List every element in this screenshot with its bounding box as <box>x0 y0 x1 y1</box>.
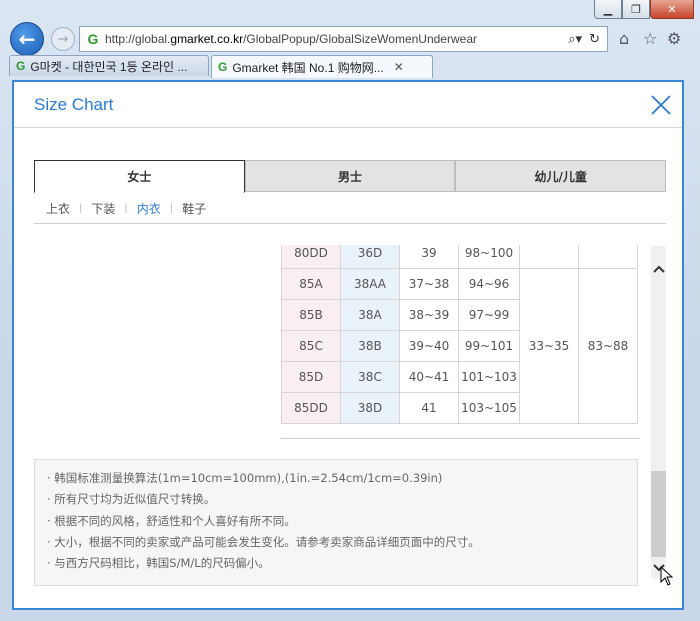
table-cell: 38~39 <box>399 299 459 331</box>
subnav-bottoms[interactable]: 下装 <box>91 200 115 217</box>
table-cell: 38C <box>340 361 400 393</box>
size-table: 80DD 36D 39 98~100 85A 38AA 37~38 94~96 33~35 83~… <box>281 245 638 424</box>
popup-title: Size Chart <box>34 95 114 114</box>
scrollbar[interactable] <box>651 246 666 579</box>
gmarket-tab-icon: G <box>218 60 228 74</box>
table-cell: 99~101 <box>458 330 520 362</box>
address-bar[interactable]: G http://global.gmarket.co.kr/GlobalPopu… <box>79 26 608 52</box>
tab-kids[interactable]: 幼儿/儿童 <box>455 160 667 192</box>
note-item: · 与西方尺码相比，韩国S/M/L的尺码偏小。 <box>47 556 270 571</box>
browser-tabs: G G마켓 - 대한민국 1등 온라인 ... G Gmarket 韩国 No.… <box>9 55 435 78</box>
notes-box: · 韩国标准测量换算法(1m=10cm=100mm),(1in.=2.54cm/… <box>34 459 638 586</box>
note-item: · 韩国标准测量换算法(1m=10cm=100mm),(1in.=2.54cm/… <box>47 471 443 485</box>
tab-men[interactable]: 男士 <box>244 160 456 192</box>
table-cell-merged: 33~35 <box>519 268 579 424</box>
table-cell: 38A <box>340 299 400 331</box>
table-row: 80DD 36D 39 98~100 <box>281 245 638 269</box>
gmarket-tab-icon: G <box>16 59 26 73</box>
table-cell: 38B <box>340 330 400 362</box>
tab-gmarket-korea[interactable]: G G마켓 - 대한민국 1등 온라인 ... <box>9 55 209 76</box>
table-cell: 38AA <box>340 268 400 300</box>
url-domain: gmarket.co.kr <box>170 32 244 46</box>
window-controls: ▁ ❐ ✕ <box>594 0 694 19</box>
table-cell-merged: 83~88 <box>578 268 638 424</box>
note-item: · 所有尺寸均为近似值尺寸转换。 <box>47 492 216 507</box>
browser-window: ▁ ❐ ✕ ← → G http://global.gmarket.co.kr/… <box>0 0 700 621</box>
table-cell: 80DD <box>281 245 341 269</box>
tab-gmarket-china[interactable]: G Gmarket 韩国 No.1 购物网... ✕ <box>211 55 433 78</box>
navigation-bar: ← → G http://global.gmarket.co.kr/Global… <box>0 20 700 56</box>
table-cell: 85DD <box>281 392 341 424</box>
table-cell: 97~99 <box>458 299 520 331</box>
table-cell: 85A <box>281 268 341 300</box>
table-cell: 40~41 <box>399 361 459 393</box>
maximize-button[interactable]: ❐ <box>622 0 650 19</box>
divider <box>34 223 666 224</box>
popup-header: Size Chart <box>14 82 682 128</box>
table-cell: 41 <box>399 392 459 424</box>
sub-category-nav: 上衣 | 下装 | 内衣 | 鞋子 <box>46 200 206 217</box>
forward-button[interactable]: → <box>51 27 75 51</box>
table-cell: 37~38 <box>399 268 459 300</box>
refresh-icon[interactable]: ↻ <box>589 32 600 47</box>
table-cell: 85C <box>281 330 341 362</box>
scrollbar-thumb[interactable] <box>651 471 666 557</box>
table-cell: 98~100 <box>458 245 520 269</box>
home-icon[interactable]: ⌂ <box>619 29 629 48</box>
table-cell: 36D <box>340 245 400 269</box>
tab-women[interactable]: 女士 <box>34 160 245 193</box>
table-cell: 39 <box>399 245 459 269</box>
mouse-cursor-icon <box>660 565 674 590</box>
note-item: · 大小，根据不同的卖家或产品可能会发生变化。请参考卖家商品详细页面中的尺寸。 <box>47 534 480 549</box>
subnav-tops[interactable]: 上衣 <box>46 200 70 217</box>
table-row: 85A 38AA 37~38 94~96 33~35 83~88 <box>281 268 638 424</box>
favorites-star-icon[interactable]: ☆ <box>643 29 657 48</box>
scroll-up-icon[interactable] <box>651 261 666 276</box>
close-icon[interactable] <box>650 94 672 116</box>
subnav-shoes[interactable]: 鞋子 <box>182 200 206 217</box>
category-tabs: 女士 男士 幼儿/儿童 <box>34 160 667 194</box>
table-cell: 39~40 <box>399 330 459 362</box>
search-dropdown-icon[interactable]: ⌕▾ <box>568 32 582 47</box>
tab-label: G마켓 - 대한민국 1등 온라인 ... <box>30 59 188 74</box>
subnav-underwear[interactable]: 内衣 <box>137 200 161 217</box>
url-text[interactable]: http://global.gmarket.co.kr/GlobalPopup/… <box>105 32 568 46</box>
minimize-button[interactable]: ▁ <box>594 0 622 19</box>
gmarket-favicon-icon: G <box>87 31 99 47</box>
tab-label: Gmarket 韩国 No.1 购物网... <box>232 60 384 75</box>
divider: | <box>124 203 128 214</box>
forward-arrow-icon: → <box>57 31 69 47</box>
divider: | <box>79 203 83 214</box>
size-table-scroll-area[interactable]: 80DD 36D 39 98~100 85A 38AA 37~38 94~96 33~35 83~… <box>281 245 640 439</box>
table-cell <box>519 245 579 269</box>
url-prefix: http://global. <box>105 32 171 46</box>
table-cell: 101~103 <box>458 361 520 393</box>
back-button[interactable]: ← <box>10 22 44 56</box>
table-cell: 94~96 <box>458 268 520 300</box>
size-chart-popup: Size Chart 女士 男士 幼儿/儿童 上衣 | 下装 | 内衣 | 鞋子… <box>12 80 684 610</box>
table-cell: 85D <box>281 361 341 393</box>
table-cell: 38D <box>340 392 400 424</box>
note-item: · 根据不同的风格，舒适性和个人喜好有所不同。 <box>47 513 296 528</box>
settings-gear-icon[interactable]: ⚙ <box>667 29 681 48</box>
close-window-button[interactable]: ✕ <box>650 0 694 19</box>
table-cell: 103~105 <box>458 392 520 424</box>
back-arrow-icon: ← <box>18 27 36 51</box>
table-cell <box>578 245 638 269</box>
tab-close-icon[interactable]: ✕ <box>394 60 404 74</box>
table-cell: 85B <box>281 299 341 331</box>
divider: | <box>169 203 174 214</box>
url-path: /GlobalPopup/GlobalSizeWomenUnderwear <box>243 32 477 46</box>
